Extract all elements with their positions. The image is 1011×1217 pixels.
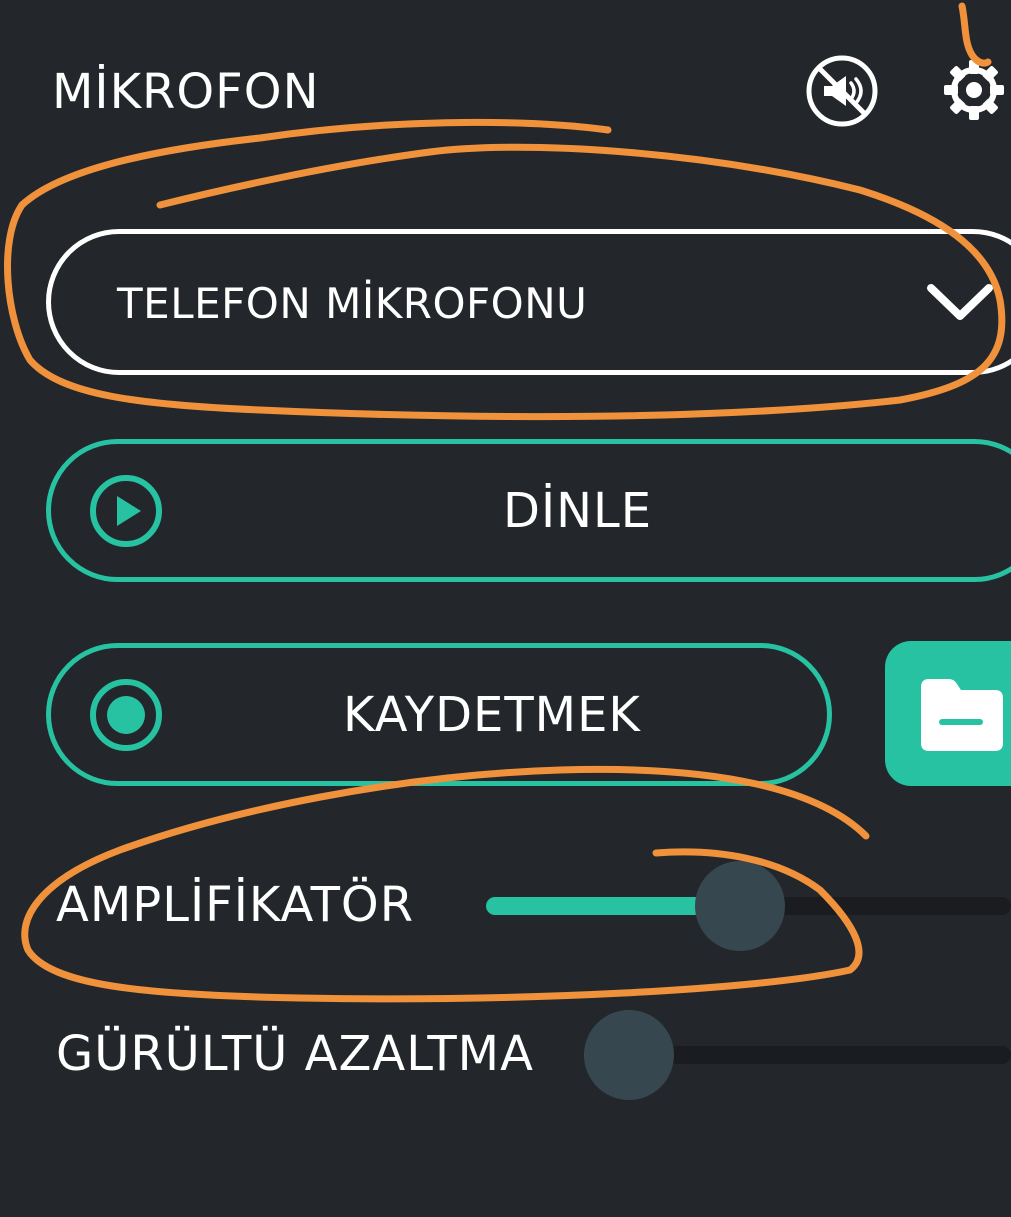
microphone-source-dropdown[interactable]: TELEFON MİKROFONU — [46, 229, 1011, 375]
noise-reduction-label: GÜRÜLTÜ AZALTMA — [56, 1026, 534, 1082]
settings-button[interactable] — [938, 54, 1010, 126]
amplifier-slider[interactable] — [486, 861, 1011, 951]
chevron-down-icon — [927, 284, 993, 320]
selected-microphone: TELEFON MİKROFONU — [117, 279, 588, 328]
mute-speaker-button[interactable] — [804, 53, 880, 129]
play-circle-icon — [90, 475, 162, 547]
speaker-muted-icon — [806, 55, 878, 127]
record-circle-icon — [90, 679, 162, 751]
gear-icon — [944, 60, 1004, 120]
noise-reduction-slider[interactable] — [584, 1010, 1011, 1100]
open-recordings-folder-button[interactable] — [885, 641, 1011, 786]
record-label: KAYDETMEK — [343, 687, 641, 743]
listen-label: DİNLE — [503, 483, 653, 539]
folder-icon — [921, 679, 1003, 751]
slider-thumb[interactable] — [584, 1010, 674, 1100]
page-title: MİKROFON — [52, 64, 320, 120]
slider-thumb[interactable] — [694, 861, 785, 951]
amplifier-label: AMPLİFİKATÖR — [56, 877, 415, 933]
listen-button[interactable]: DİNLE — [46, 439, 1011, 582]
record-button[interactable]: KAYDETMEK — [46, 643, 832, 786]
